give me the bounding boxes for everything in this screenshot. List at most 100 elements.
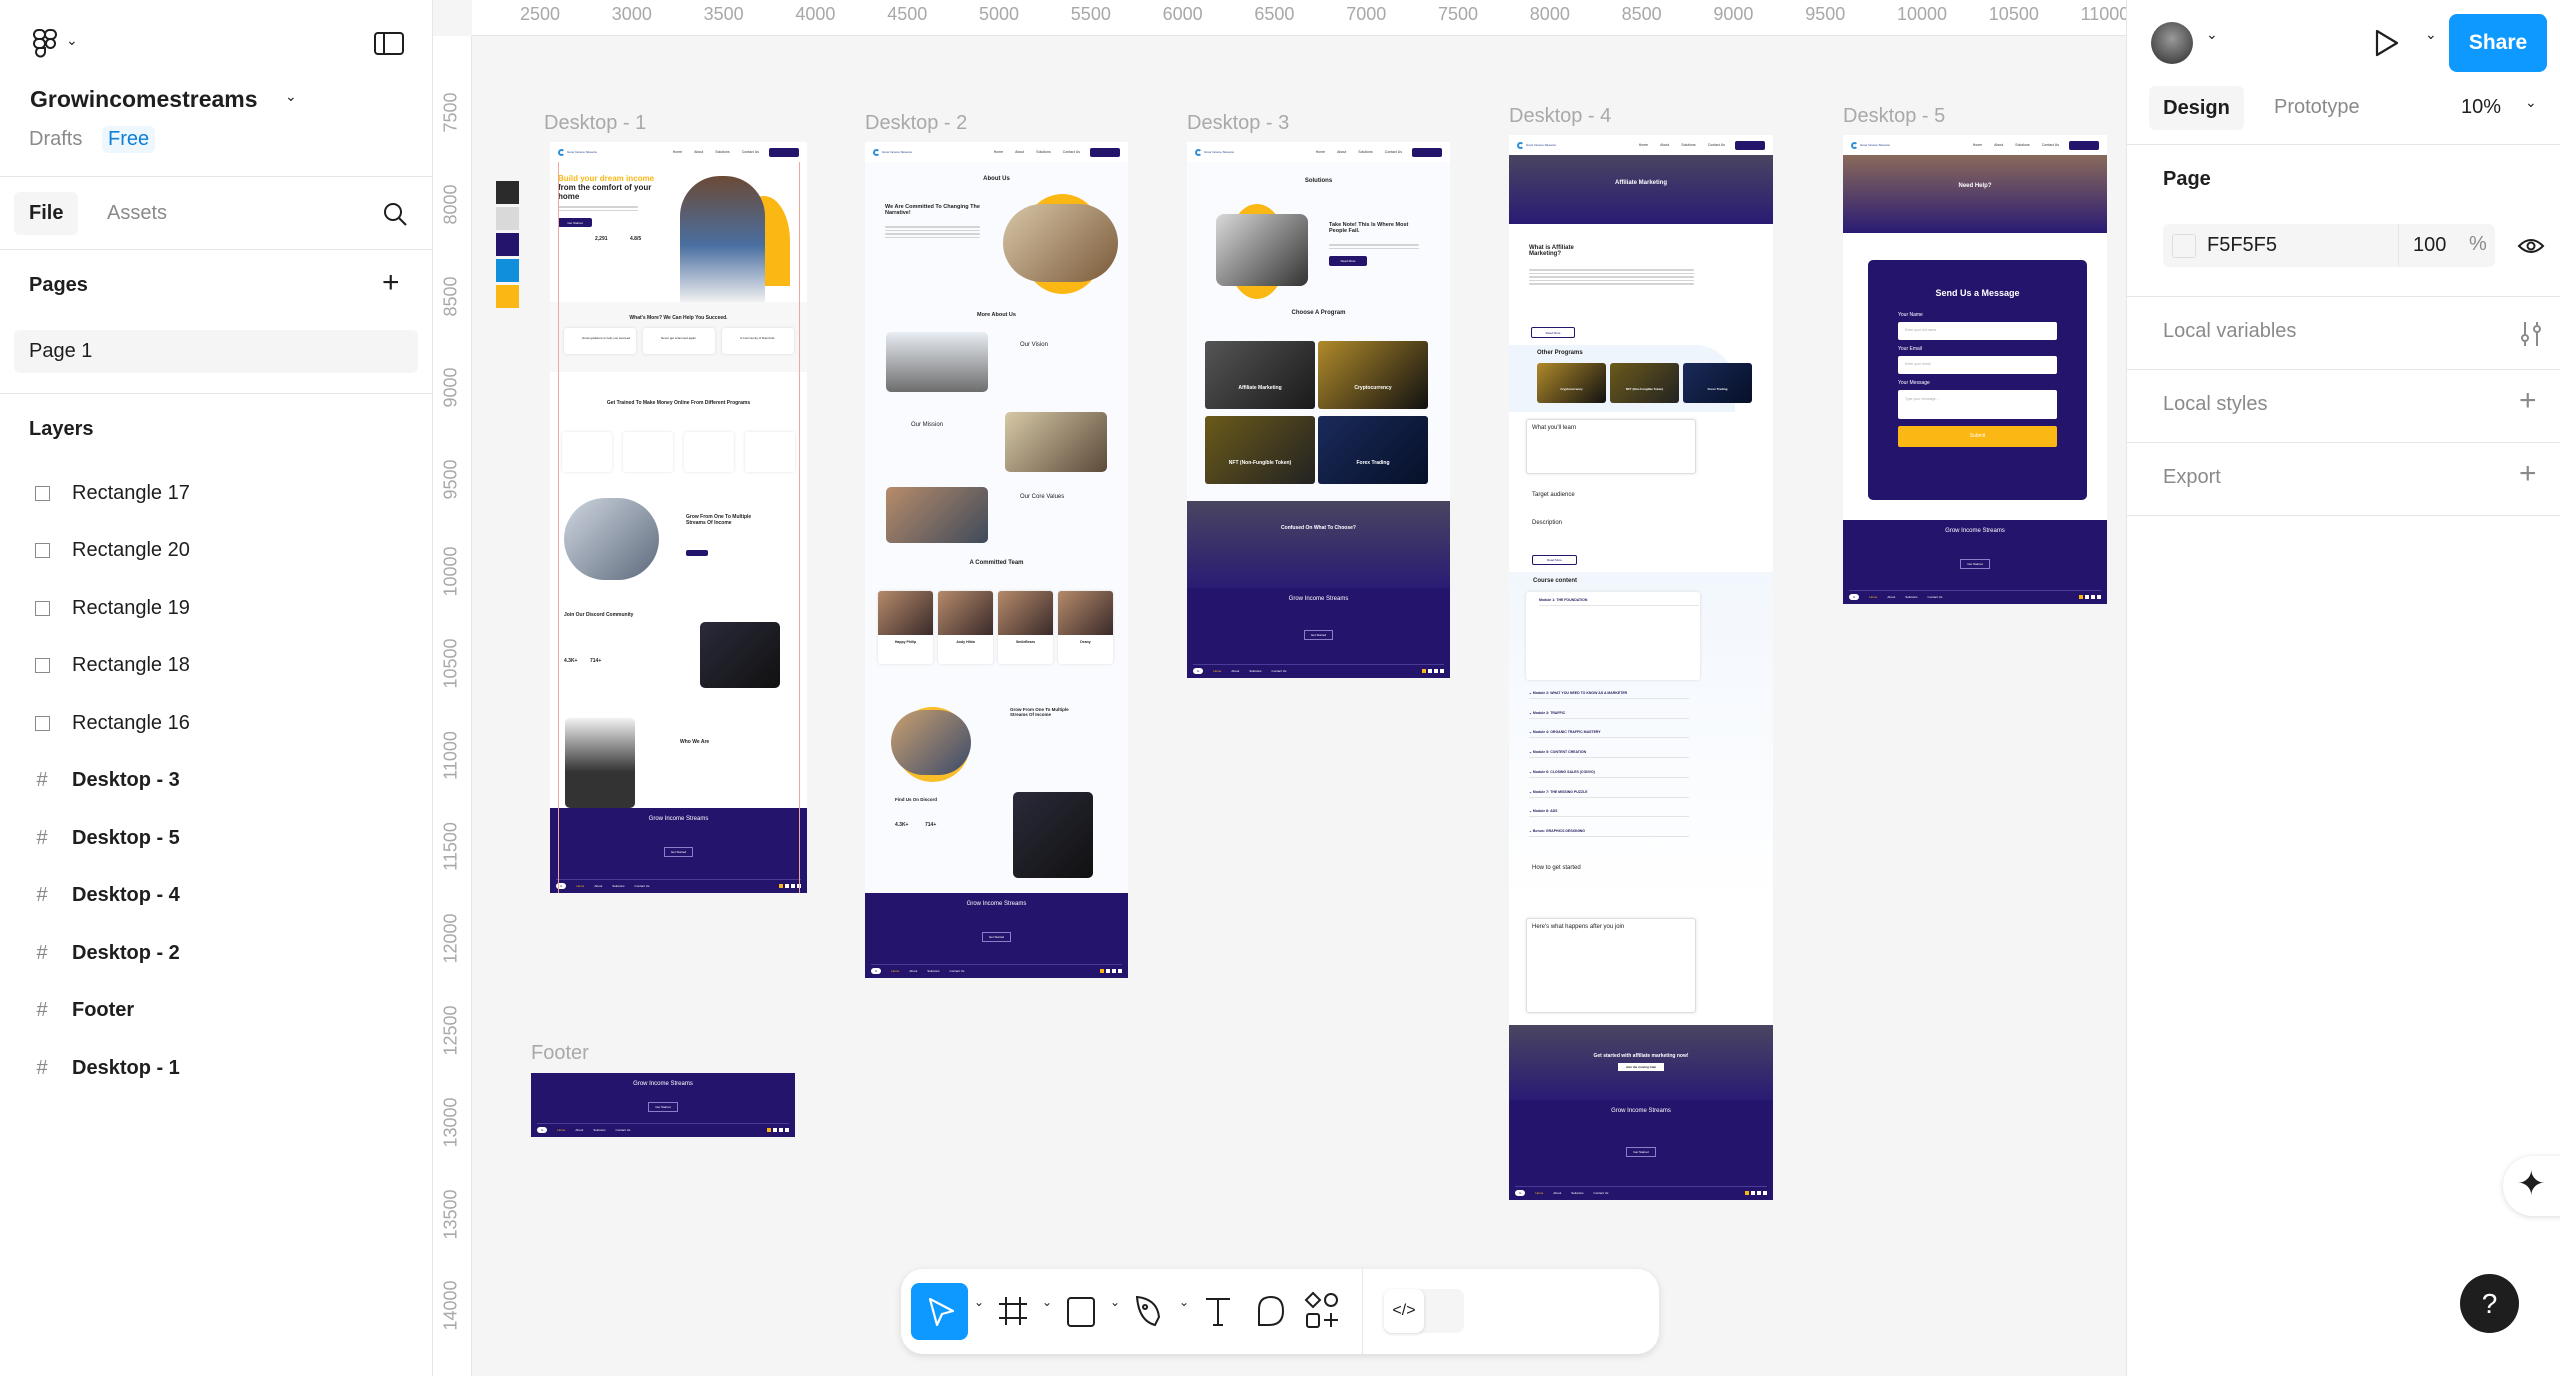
color-swatch[interactable] xyxy=(496,259,519,282)
nav-link[interactable]: Home xyxy=(1316,150,1325,154)
name-input[interactable]: Enter your full name xyxy=(1898,322,2057,340)
frame-tool-icon[interactable] xyxy=(993,1291,1033,1331)
module-accordion[interactable]: ⌄ Module 7: THE MISSING PUZZLE xyxy=(1529,790,1689,798)
nav-link[interactable]: Solutions xyxy=(715,150,729,154)
footer-link[interactable]: Solutions xyxy=(1905,595,1917,599)
avatar[interactable] xyxy=(2151,22,2193,64)
footer-link[interactable]: Solutions xyxy=(927,969,939,973)
program-card[interactable]: Cryptocurrency xyxy=(1318,341,1428,409)
pen-tool-icon[interactable] xyxy=(1129,1291,1169,1331)
chevron-down-icon[interactable]: ⌄ xyxy=(1179,1295,1189,1309)
footer-link[interactable]: Home xyxy=(576,884,584,888)
frame-desktop-4[interactable]: Grow Income Streams Home About Solutions Con… xyxy=(1509,135,1773,1200)
site-logo[interactable]: Grow Income Streams xyxy=(873,148,913,156)
variables-icon[interactable] xyxy=(2517,320,2543,348)
move-tool[interactable] xyxy=(911,1283,968,1340)
social-icons[interactable] xyxy=(1422,669,1444,673)
help-button[interactable]: ? xyxy=(2460,1274,2519,1333)
layer-item[interactable]: Rectangle 16 xyxy=(0,698,433,748)
footer-link[interactable]: Contact Us xyxy=(1594,1191,1609,1195)
footer-button[interactable]: Get Started xyxy=(981,932,1012,942)
figma-logo-icon[interactable] xyxy=(32,28,58,60)
social-icons[interactable] xyxy=(1100,969,1122,973)
chevron-down-icon[interactable]: ⌄ xyxy=(974,1295,984,1309)
layer-item[interactable]: # Desktop - 4 xyxy=(0,871,433,921)
layer-item[interactable]: Rectangle 17 xyxy=(0,468,433,518)
layer-item[interactable]: # Footer xyxy=(0,986,433,1036)
nav-link[interactable]: Solutions xyxy=(1036,150,1050,154)
module-accordion[interactable]: ⌄ Module 6: CLOSING SALES (CONVO) xyxy=(1529,770,1689,778)
frame-label[interactable]: Footer xyxy=(531,1042,589,1065)
nav-button[interactable] xyxy=(2069,140,2099,150)
add-style-icon[interactable]: + xyxy=(2519,384,2537,418)
layer-item[interactable]: Rectangle 20 xyxy=(0,526,433,576)
color-swatch[interactable] xyxy=(2172,234,2196,258)
footer-button[interactable]: Get Started xyxy=(663,847,694,857)
frame-footer[interactable]: Grow Income Streams Get Started G Home About… xyxy=(531,1073,795,1137)
footer-link[interactable]: Contact Us xyxy=(950,969,965,973)
plan-badge[interactable]: Free xyxy=(102,126,156,153)
site-logo[interactable]: Grow Income Streams xyxy=(1195,148,1235,156)
site-logo[interactable]: Grow Income Streams xyxy=(1851,141,1891,149)
nav-link[interactable]: Contact Us xyxy=(742,150,759,154)
nav-link[interactable]: About xyxy=(1660,143,1669,147)
program-card[interactable]: NFT (Non-Fungible Token) xyxy=(1205,416,1315,484)
layer-item[interactable]: Rectangle 19 xyxy=(0,583,433,633)
add-export-icon[interactable]: + xyxy=(2519,457,2537,491)
program-card[interactable]: Forex Trading xyxy=(1683,363,1752,403)
program-card[interactable]: Forex Trading xyxy=(1318,416,1428,484)
tab-file[interactable]: File xyxy=(14,192,79,235)
footer-link[interactable]: About xyxy=(1231,669,1239,673)
email-input[interactable]: Enter your email xyxy=(1898,356,2057,374)
footer-button[interactable]: Get Started xyxy=(1960,558,1990,569)
play-icon[interactable] xyxy=(2373,28,2401,58)
frame-desktop-3[interactable]: Grow Income Streams Home About Solutions Con… xyxy=(1187,142,1450,678)
layer-item[interactable]: # Desktop - 1 xyxy=(0,1043,433,1093)
submit-button[interactable]: Submit xyxy=(1898,426,2057,447)
footer-link[interactable]: Solutions xyxy=(593,1128,605,1132)
social-icons[interactable] xyxy=(767,1128,789,1132)
page-item[interactable]: Page 1 xyxy=(14,330,418,373)
chevron-down-icon[interactable]: ⌄ xyxy=(2525,94,2537,111)
footer-link[interactable]: About xyxy=(594,884,602,888)
footer-link[interactable]: Solutions xyxy=(612,884,624,888)
footer-link[interactable]: Home xyxy=(891,969,899,973)
footer-logo[interactable]: G xyxy=(537,1127,548,1133)
export-label[interactable]: Export xyxy=(2163,466,2221,489)
read-more-button[interactable]: Read More xyxy=(1329,256,1367,266)
program-card[interactable]: Affiliate Marketing xyxy=(1205,341,1315,409)
local-styles-label[interactable]: Local styles xyxy=(2163,393,2268,416)
nav-link[interactable]: Contact Us xyxy=(2042,143,2059,147)
nav-link[interactable]: Home xyxy=(673,150,682,154)
tab-assets[interactable]: Assets xyxy=(107,202,167,225)
nav-button[interactable] xyxy=(769,147,799,157)
footer-logo[interactable]: G xyxy=(1515,1190,1526,1196)
module-accordion[interactable]: ⌄ Bonus: GRAPHICS DESIGNING xyxy=(1529,829,1689,837)
layer-item[interactable]: # Desktop - 5 xyxy=(0,813,433,863)
frame-desktop-1[interactable]: Grow Income Streams Home About Solutions Con… xyxy=(550,142,807,893)
file-location[interactable]: Drafts xyxy=(29,128,82,151)
footer-button[interactable]: Get Started xyxy=(648,1101,678,1112)
program-card[interactable]: Cryptocurrency xyxy=(1537,363,1606,403)
fill-hex[interactable]: F5F5F5 xyxy=(2207,234,2277,257)
nav-button[interactable] xyxy=(1735,140,1765,150)
chevron-down-icon[interactable]: ⌄ xyxy=(1110,1295,1120,1309)
layer-item[interactable]: # Desktop - 2 xyxy=(0,928,433,978)
chevron-down-icon[interactable]: ⌄ xyxy=(66,32,78,49)
sidebar-toggle-icon[interactable] xyxy=(374,32,404,56)
frame-label[interactable]: Desktop - 1 xyxy=(544,112,646,135)
footer-link[interactable]: Contact Us xyxy=(635,884,650,888)
footer-logo[interactable]: G xyxy=(1193,668,1204,674)
module-accordion[interactable]: ⌄ Module 5: CONTENT CREATION xyxy=(1529,750,1689,759)
eye-icon[interactable] xyxy=(2517,234,2545,258)
footer-link[interactable]: About xyxy=(1553,1191,1561,1195)
tab-prototype[interactable]: Prototype xyxy=(2274,96,2360,119)
footer-link[interactable]: Home xyxy=(1869,595,1877,599)
message-input[interactable]: Type your message... xyxy=(1898,390,2057,419)
search-icon[interactable] xyxy=(382,201,408,227)
ai-sparkle-icon[interactable]: ✦ xyxy=(2503,1156,2560,1216)
layer-item[interactable]: Rectangle 18 xyxy=(0,641,433,691)
module-accordion[interactable]: ⌄ Module 8: ADS xyxy=(1529,809,1689,818)
frame-desktop-2[interactable]: Grow Income Streams Home About Solutions Con… xyxy=(865,142,1128,978)
color-swatch[interactable] xyxy=(496,233,519,256)
